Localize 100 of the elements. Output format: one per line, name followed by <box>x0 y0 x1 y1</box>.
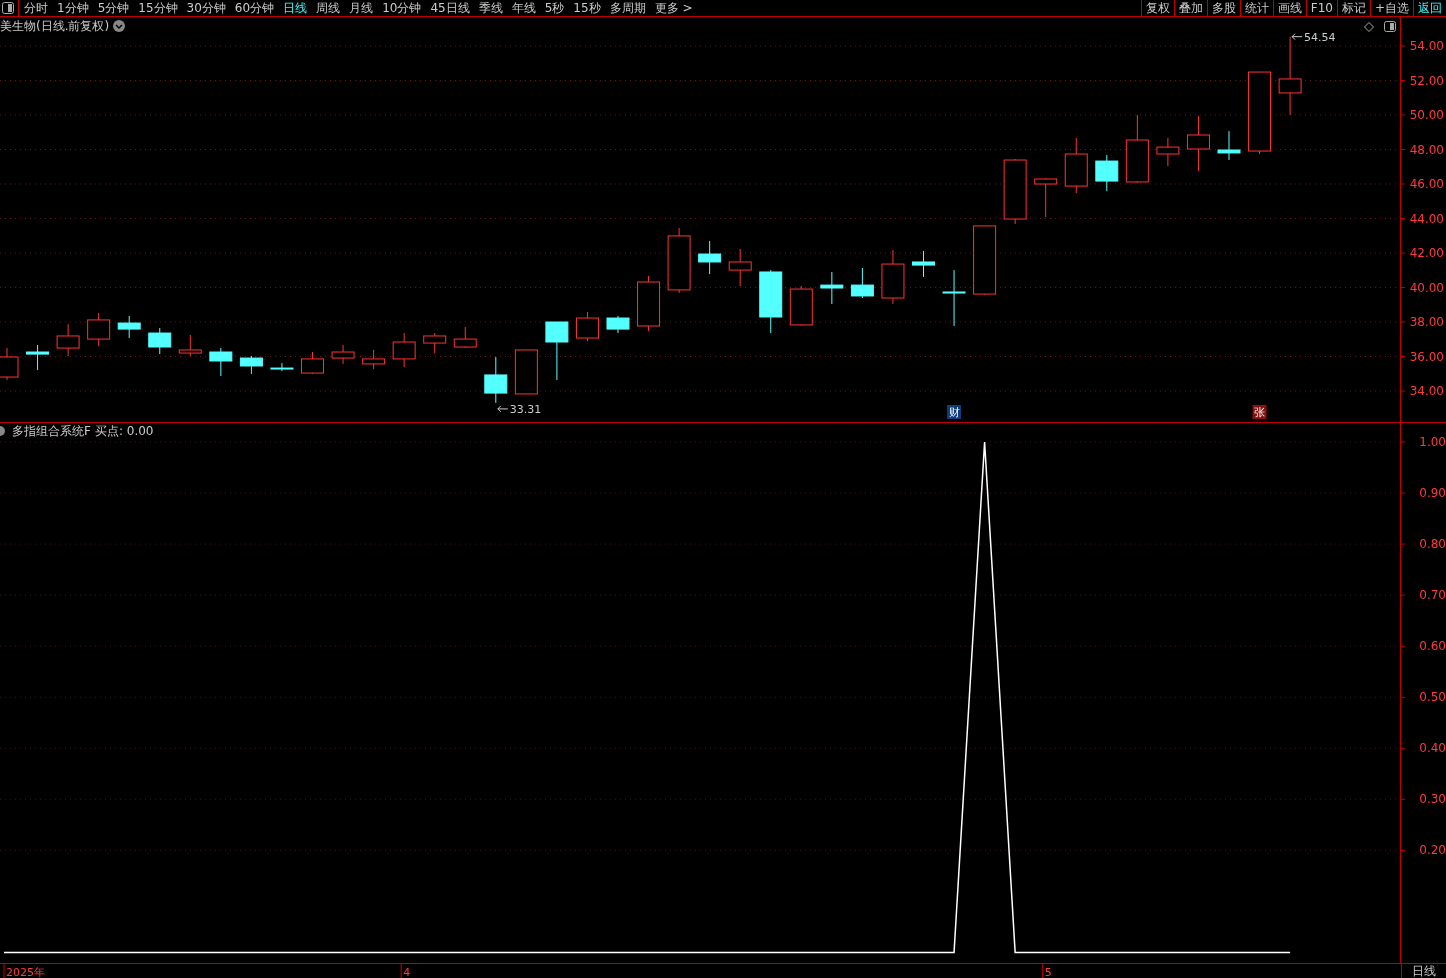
diamond-icon[interactable] <box>1364 21 1374 32</box>
candlestick <box>820 271 844 305</box>
period-tab[interactable]: 60分钟 <box>234 0 275 16</box>
candlestick <box>87 312 111 347</box>
candlestick <box>392 332 416 368</box>
axis-label: 0.50 <box>1419 690 1446 705</box>
toolbar-button[interactable]: 多股 <box>1206 0 1240 16</box>
axis-label: 0.20 <box>1419 843 1446 858</box>
axis-label: 0.90 <box>1419 486 1446 501</box>
date-label: 4 <box>403 966 411 978</box>
candlestick <box>759 269 783 334</box>
candlestick <box>362 349 386 370</box>
toolbar-button[interactable]: 返回 <box>1413 0 1446 16</box>
axis-label: 48.00 <box>1409 142 1444 157</box>
axis-label: 44.00 <box>1409 211 1444 226</box>
candlestick <box>209 347 233 377</box>
candlestick <box>117 315 141 339</box>
axis-label: 0.80 <box>1419 537 1446 552</box>
candlestick <box>698 240 722 275</box>
candlestick <box>423 332 447 354</box>
date-label: 2025年 <box>6 966 45 978</box>
period-tab[interactable]: 更多 > <box>654 0 693 16</box>
toolbar-button[interactable]: F10 <box>1305 0 1337 16</box>
toolbar-button[interactable]: 画线 <box>1272 0 1306 16</box>
candlestick <box>728 248 752 287</box>
period-tab[interactable]: 月线 <box>349 0 374 16</box>
indicator-reading: 买点: 0.00 <box>94 424 154 438</box>
candlestick <box>270 362 294 372</box>
axis-label: 34.00 <box>1409 384 1444 398</box>
candlestick <box>239 355 263 375</box>
axis-label: 52.00 <box>1409 73 1444 88</box>
candlestick <box>575 311 599 342</box>
candlestick <box>1095 154 1119 192</box>
period-tab[interactable]: 15秒 <box>573 0 601 16</box>
candlestick <box>1156 137 1180 167</box>
period-tab[interactable]: 多周期 <box>609 0 646 16</box>
candlestick <box>881 249 905 305</box>
candlestick <box>789 285 813 327</box>
toolbar-button[interactable]: 统计 <box>1239 0 1273 16</box>
axis-label: 40.00 <box>1409 280 1444 295</box>
toolbar-button[interactable]: +自选 <box>1369 0 1413 16</box>
date-label: 5 <box>1044 966 1052 978</box>
candlestick <box>1217 130 1241 161</box>
candlestick <box>331 344 355 365</box>
candlestick <box>912 250 935 278</box>
axis-label: 42.00 <box>1409 246 1444 260</box>
period-tab[interactable]: 15分钟 <box>138 0 178 16</box>
leader-line <box>1291 33 1303 41</box>
candlestick <box>178 334 202 357</box>
candlestick <box>1186 115 1210 172</box>
period-tab[interactable]: 季线 <box>478 0 503 16</box>
indicator-name: 多指组合系统F <box>12 424 91 438</box>
period-tab[interactable]: 5分钟 <box>97 0 130 16</box>
period-tab[interactable]: 日线 <box>283 0 308 16</box>
period-tab[interactable]: 5秒 <box>544 0 565 16</box>
axis-label: 38.00 <box>1409 315 1444 329</box>
period-tab[interactable]: 分时 <box>24 0 48 16</box>
period-tab[interactable]: 1分钟 <box>57 0 89 16</box>
candlestick <box>1034 177 1058 218</box>
candlestick <box>301 351 324 375</box>
candlestick <box>606 315 630 334</box>
period-tab[interactable]: 周线 <box>316 0 341 16</box>
candlestick <box>1003 158 1027 225</box>
toolbar-button[interactable]: 标记 <box>1336 0 1370 16</box>
axis-label: 36.00 <box>1409 349 1444 364</box>
chevron-down-icon[interactable] <box>113 20 126 32</box>
candlestick <box>1125 114 1149 184</box>
period-tab[interactable]: 30分钟 <box>186 0 226 16</box>
candlestick <box>1064 137 1088 194</box>
price-annotation: 33.31 <box>509 402 542 416</box>
event-marker-label: 财 <box>948 406 960 419</box>
period-tab[interactable]: 年线 <box>511 0 536 16</box>
period-label[interactable]: 日线 <box>1401 964 1446 978</box>
panel-toggle-icon[interactable] <box>1384 21 1396 32</box>
axis-label: 0.60 <box>1419 639 1446 654</box>
axis-label: 46.00 <box>1409 177 1444 191</box>
panel-toggle-icon[interactable] <box>2 2 14 14</box>
axis-label: 54.00 <box>1409 39 1444 53</box>
candlestick <box>850 267 874 299</box>
candlestick <box>545 321 569 381</box>
leader-line <box>497 405 509 413</box>
candlestick <box>973 225 997 296</box>
candlestick <box>453 326 477 349</box>
axis-label: 0.70 <box>1419 588 1446 603</box>
toolbar-button[interactable]: 复权 <box>1140 0 1174 16</box>
period-tab[interactable]: 10分钟 <box>382 0 422 16</box>
candlestick <box>667 227 691 294</box>
indicator-toggle-icon[interactable] <box>0 426 8 436</box>
candlestick <box>56 323 80 357</box>
candlestick <box>942 269 966 327</box>
candlestick <box>514 349 538 395</box>
axis-label: 1.00 <box>1419 435 1446 449</box>
candlestick <box>26 344 50 371</box>
event-marker-label: 张 <box>1254 406 1266 419</box>
price-annotation: 54.54 <box>1304 30 1336 44</box>
candlestick <box>484 356 508 404</box>
toolbar-button[interactable]: 叠加 <box>1173 0 1207 16</box>
candlestick <box>637 275 661 332</box>
candlestick <box>148 327 172 355</box>
period-tab[interactable]: 45日线 <box>430 0 470 16</box>
